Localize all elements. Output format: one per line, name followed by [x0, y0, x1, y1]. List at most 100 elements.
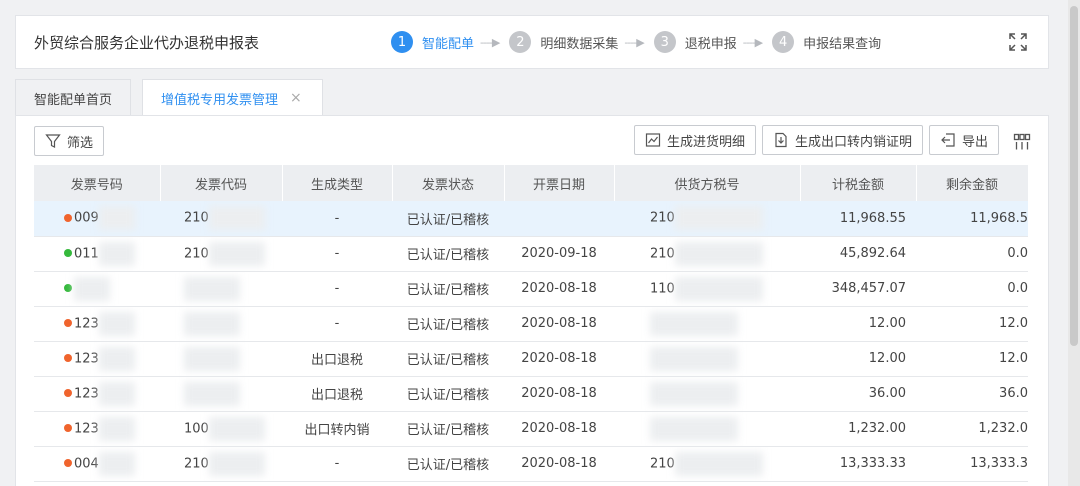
invoice-number: 004: [74, 456, 99, 471]
redacted-mask: [184, 311, 240, 336]
scrollbar-thumb[interactable]: [1070, 6, 1078, 346]
step-smart-match[interactable]: 1 智能配单: [391, 31, 474, 53]
step-arrow-icon: ----▶: [742, 35, 763, 49]
invoice-status: 已认证/已稽核: [392, 271, 504, 307]
invoice-code-cell: 210: [160, 236, 282, 272]
invoice-date: 2020-08-18: [504, 306, 614, 342]
invoice-status: 已认证/已稽核: [392, 411, 504, 447]
generation-type: -: [282, 236, 392, 272]
redacted-mask: [674, 451, 763, 476]
step-result-query[interactable]: 4 申报结果查询: [772, 31, 881, 53]
invoice-number: 009: [74, 210, 99, 226]
invoice-code-cell: [160, 271, 282, 307]
generate-purchase-detail-button[interactable]: 生成进货明细: [634, 125, 757, 155]
step-detail-collection[interactable]: 2 明细数据采集: [509, 31, 618, 53]
column-header[interactable]: 计税金额: [800, 165, 917, 201]
button-label: 生成进货明细: [667, 134, 746, 150]
remaining-amount: 0.0: [916, 271, 1028, 307]
redacted-mask: [98, 241, 135, 266]
redacted-mask: [98, 311, 135, 336]
redacted-mask: [208, 416, 265, 441]
status-dot-icon: [64, 389, 72, 397]
redacted-mask: [208, 451, 265, 476]
export-button[interactable]: 导出: [929, 125, 1000, 155]
redacted-mask: [98, 416, 135, 441]
table-row[interactable]: - 已认证/已稽核 2020-08-18 110 348,457.07 0.0: [34, 271, 1028, 307]
step-indicator: 1 智能配单 ----▶ 2 明细数据采集 ----▶ 3 退税申报 ----▶…: [391, 31, 881, 53]
invoice-code-cell: [160, 376, 282, 412]
generation-type: -: [282, 306, 392, 342]
table-row[interactable]: 123 出口退税 已认证/已稽核 2020-08-18 36.00 36.0: [34, 376, 1028, 412]
invoice-number: 123: [74, 351, 99, 366]
tax-amount: 12.00: [800, 306, 916, 342]
table-row[interactable]: 123 100 出口转内销 已认证/已稽核 2020-08-18 1,232.00 1,23…: [34, 411, 1028, 447]
column-header[interactable]: 供货方税号: [614, 165, 801, 201]
invoice-date: 2020-09-18: [504, 236, 614, 272]
table-row[interactable]: 011 210 - 已认证/已稽核 2020-09-18 210 45,892.64 0.0: [34, 236, 1028, 272]
supplier-tax-id-cell: [614, 341, 800, 377]
step-label: 申报结果查询: [803, 36, 882, 52]
supplier-tax-id: 210: [650, 456, 675, 471]
column-header[interactable]: 发票状态: [392, 165, 505, 201]
table-row[interactable]: 123 出口退税 已认证/已稽核 2020-08-18 12.00 12.0: [34, 341, 1028, 377]
column-header[interactable]: 发票代码: [160, 165, 283, 201]
invoice-number-cell: 123: [34, 376, 160, 412]
document-download-icon: [775, 132, 787, 148]
invoice-code: 210: [184, 246, 209, 261]
generate-export-domestic-certificate-button[interactable]: 生成出口转内销证明: [762, 125, 924, 155]
remaining-amount: 12.0: [916, 341, 1028, 377]
tax-amount: 36.00: [800, 376, 916, 412]
invoice-date: 2020-08-18: [504, 271, 614, 307]
column-header[interactable]: 生成类型: [282, 165, 393, 201]
redacted-mask: [650, 346, 738, 371]
supplier-tax-id: 110: [650, 281, 675, 296]
redacted-mask: [650, 381, 738, 406]
redacted-mask: [184, 276, 240, 301]
tab-bar: 智能配单首页 增值税专用发票管理 ×: [15, 79, 323, 116]
supplier-tax-id-cell: 110: [614, 271, 800, 307]
invoice-date: 2020-08-18: [504, 411, 614, 447]
remaining-amount: 12.0: [916, 306, 1028, 342]
remaining-amount: 1,232.0: [916, 411, 1028, 447]
page-header: 外贸综合服务企业代办退税申报表 1 智能配单 ----▶ 2 明细数据采集 --…: [15, 15, 1049, 69]
invoice-code-cell: 100: [160, 411, 282, 447]
remaining-amount: 0.0: [916, 236, 1028, 272]
column-header[interactable]: 开票日期: [504, 165, 615, 201]
table-header-row: 发票号码 发票代码 生成类型 发票状态 开票日期 供货方税号 计税金额 剩余金额: [34, 165, 1029, 201]
step-label: 退税申报: [684, 36, 737, 52]
column-header[interactable]: 剩余金额: [916, 165, 1029, 201]
table-row[interactable]: 004 210 - 已认证/已稽核 2020-08-18 210 13,333.33 13,3…: [34, 446, 1028, 482]
table-row[interactable]: 009 210 - 已认证/已稽核 210 11,968.55 11,968.5: [34, 201, 1028, 237]
step-label: 明细数据采集: [540, 36, 619, 52]
tab-vat-invoice-management[interactable]: 增值税专用发票管理 ×: [142, 79, 323, 116]
status-dot-icon: [64, 354, 72, 362]
invoice-number: 123: [74, 316, 99, 331]
column-settings-icon[interactable]: [1013, 133, 1031, 151]
generation-type: -: [282, 201, 392, 237]
page-scrollbar[interactable]: [1068, 0, 1080, 486]
tab-smart-match-home[interactable]: 智能配单首页: [15, 79, 132, 116]
invoice-number-cell: 004: [34, 446, 160, 482]
redacted-mask: [674, 206, 763, 231]
status-dot-icon: [64, 319, 72, 327]
invoice-code: 210: [184, 456, 209, 471]
export-icon: [941, 133, 955, 147]
column-header[interactable]: 发票号码: [34, 165, 161, 201]
close-icon[interactable]: ×: [290, 90, 302, 106]
supplier-tax-id-cell: [614, 306, 800, 342]
generation-type: -: [282, 271, 392, 307]
redacted-mask: [184, 346, 240, 371]
status-dot-icon: [64, 213, 72, 222]
redacted-mask: [208, 241, 265, 266]
fullscreen-icon[interactable]: [1008, 32, 1028, 52]
status-dot-icon: [64, 424, 72, 432]
invoice-number-cell: 009: [34, 201, 160, 237]
step-number: 2: [509, 31, 532, 53]
filter-label: 筛选: [67, 135, 94, 151]
step-refund-declaration[interactable]: 3 退税申报: [653, 31, 737, 53]
table-row[interactable]: 123 - 已认证/已稽核 2020-08-18 12.00 12.0: [34, 306, 1028, 342]
status-dot-icon: [64, 284, 72, 292]
filter-button[interactable]: 筛选: [34, 126, 105, 156]
invoice-status: 已认证/已稽核: [392, 236, 504, 272]
redacted-mask: [208, 206, 265, 231]
